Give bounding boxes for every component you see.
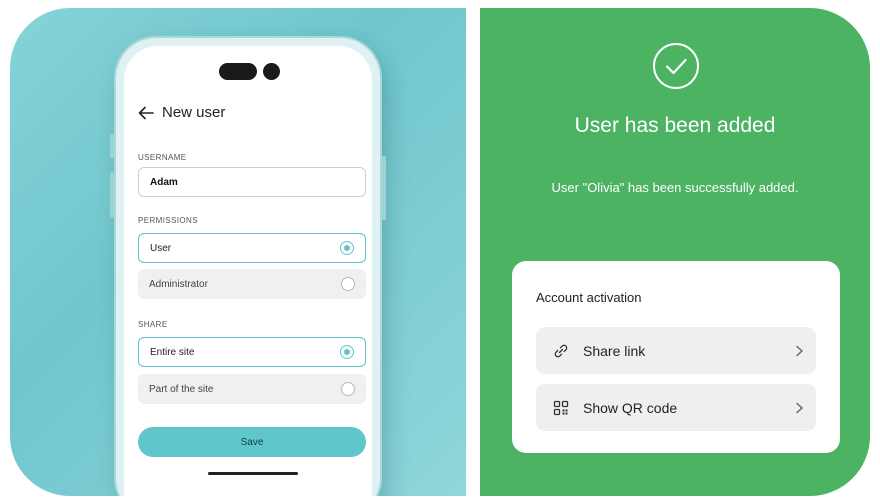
share-option-part-of-site[interactable]: Part of the site bbox=[138, 374, 366, 404]
success-message: User "Olivia" has been successfully adde… bbox=[551, 180, 799, 195]
chevron-right-icon bbox=[796, 345, 803, 356]
chevron-right-icon bbox=[796, 402, 803, 413]
page-title: New user bbox=[162, 104, 226, 121]
option-label: Administrator bbox=[149, 278, 208, 290]
option-label: User bbox=[150, 242, 172, 254]
screen-header: New user bbox=[138, 104, 225, 121]
permissions-label: PERMISSIONS bbox=[138, 216, 198, 225]
phone-frame: New user USERNAME Adam PERMISSIONS User … bbox=[110, 38, 386, 496]
share-link-button[interactable]: Share link bbox=[536, 327, 816, 374]
permission-option-user[interactable]: User bbox=[138, 233, 366, 263]
share-option-entire-site[interactable]: Entire site bbox=[138, 337, 366, 367]
account-activation-card: Account activation Share link Show QR co… bbox=[512, 261, 840, 453]
show-qr-code-button[interactable]: Show QR code bbox=[536, 384, 816, 431]
qr-code-icon bbox=[553, 400, 569, 415]
back-arrow-icon[interactable] bbox=[138, 106, 154, 120]
phone-power-button bbox=[382, 156, 386, 220]
show-qr-code-label: Show QR code bbox=[583, 399, 678, 416]
success-title: User has been added bbox=[574, 114, 776, 137]
share-link-label: Share link bbox=[583, 342, 646, 359]
card-title: Account activation bbox=[536, 290, 642, 305]
radio-selected-icon[interactable] bbox=[340, 241, 354, 255]
phone-side-button bbox=[110, 134, 114, 158]
check-circle-icon bbox=[653, 43, 699, 89]
radio-unselected-icon[interactable] bbox=[341, 277, 355, 291]
permission-option-administrator[interactable]: Administrator bbox=[138, 269, 366, 299]
phone-mockup-panel: New user USERNAME Adam PERMISSIONS User … bbox=[10, 8, 466, 496]
home-indicator bbox=[208, 472, 298, 475]
link-icon bbox=[554, 344, 568, 357]
option-label: Entire site bbox=[150, 346, 195, 358]
username-input[interactable]: Adam bbox=[138, 167, 366, 197]
dynamic-island bbox=[219, 63, 257, 80]
share-label: SHARE bbox=[138, 320, 168, 329]
phone-volume-button bbox=[110, 172, 114, 218]
radio-selected-icon[interactable] bbox=[340, 345, 354, 359]
username-label: USERNAME bbox=[138, 153, 187, 162]
front-camera bbox=[263, 63, 280, 80]
option-label: Part of the site bbox=[149, 383, 214, 395]
success-panel: User has been added User "Olivia" has be… bbox=[480, 8, 870, 496]
save-button[interactable]: Save bbox=[138, 427, 366, 457]
phone-screen: New user USERNAME Adam PERMISSIONS User … bbox=[124, 46, 372, 496]
radio-unselected-icon[interactable] bbox=[341, 382, 355, 396]
